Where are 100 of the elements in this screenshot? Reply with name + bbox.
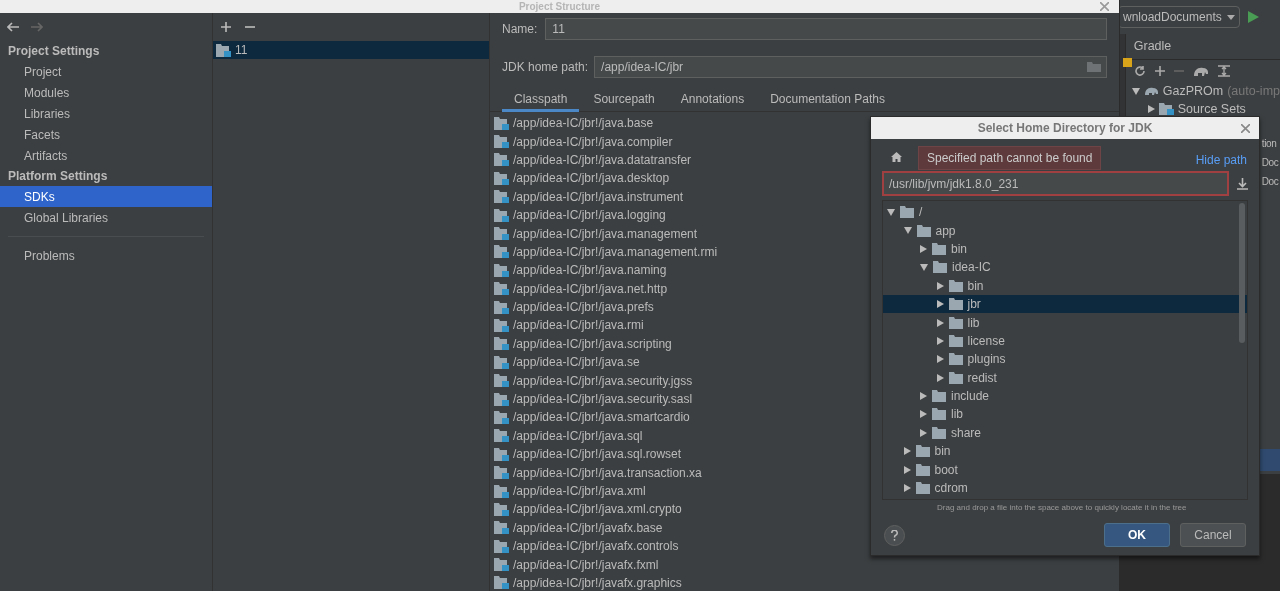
classpath-entry[interactable]: /app/idea-IC/jbr!/java.sql.rowset (513, 445, 682, 464)
path-field[interactable]: /usr/lib/jvm/jdk1.8.0_231 (882, 171, 1229, 196)
tree-item[interactable]: bin (951, 239, 967, 258)
sidebar-item[interactable]: Global Libraries (0, 207, 212, 228)
classpath-entry[interactable]: /app/idea-IC/jbr!/java.scripting (513, 334, 672, 353)
tree-item[interactable]: idea-IC (952, 258, 991, 277)
sdk-item[interactable]: 11 (213, 41, 489, 59)
ok-button[interactable]: OK (1104, 523, 1170, 547)
tree-item[interactable]: GazPROm (1162, 81, 1224, 101)
sidebar-item[interactable]: Modules (0, 82, 212, 103)
collapsed-arrow-icon[interactable] (936, 300, 944, 309)
tree-item[interactable]: app (935, 221, 956, 240)
library-folder-icon (494, 208, 509, 222)
library-folder-icon (494, 429, 509, 443)
classpath-entry[interactable]: /app/idea-IC/jbr!/java.datatransfer (513, 150, 692, 169)
classpath-entry[interactable]: /app/idea-IC/jbr!/java.xml (513, 482, 646, 500)
tree-item[interactable]: Source Sets (1177, 99, 1246, 119)
classpath-entry[interactable]: /app/idea-IC/jbr!/java.base (513, 114, 654, 133)
home-icon[interactable] (891, 152, 902, 162)
tab[interactable]: Annotations (668, 88, 757, 112)
classpath-entry[interactable]: /app/idea-IC/jbr!/java.se (513, 353, 640, 372)
expanded-arrow-icon[interactable] (903, 227, 912, 235)
collapsed-arrow-icon[interactable] (903, 465, 911, 474)
classpath-entry[interactable]: /app/idea-IC/jbr!/javafx.controls (513, 537, 679, 556)
close-icon[interactable] (1241, 124, 1250, 133)
classpath-entry[interactable]: /app/idea-IC/jbr!/java.xml.crypto (513, 500, 682, 519)
collapsed-arrow-icon[interactable] (936, 355, 944, 364)
tab[interactable]: Sourcepath (581, 88, 667, 112)
expanded-arrow-icon[interactable] (1131, 87, 1140, 95)
collapsed-arrow-icon[interactable] (920, 392, 927, 401)
tree-item[interactable]: boot (934, 460, 958, 479)
sidebar-item[interactable]: Facets (0, 124, 212, 145)
tree-item[interactable]: plugins (967, 350, 1006, 369)
sidebar-item[interactable]: Libraries (0, 103, 212, 124)
collapsed-arrow-icon[interactable] (1147, 105, 1155, 113)
scrollbar[interactable] (1239, 203, 1245, 343)
tab[interactable]: Documentation Paths (758, 88, 897, 112)
classpath-entry[interactable]: /app/idea-IC/jbr!/java.compiler (513, 132, 673, 151)
question-icon (891, 529, 898, 541)
back-arrow-icon[interactable] (7, 22, 19, 32)
library-folder-icon (494, 539, 509, 553)
tree-item-note: (auto-imp (1227, 82, 1280, 100)
classpath-entry[interactable]: /app/idea-IC/jbr!/java.smartcardio (513, 408, 690, 427)
classpath-entry[interactable]: /app/idea-IC/jbr!/java.naming (513, 261, 667, 280)
collapsed-arrow-icon[interactable] (936, 281, 944, 290)
download-icon[interactable] (1237, 177, 1248, 190)
collapsed-arrow-icon[interactable] (936, 318, 944, 327)
tree-item[interactable]: bin (934, 442, 951, 461)
sidebar-item[interactable]: Problems (0, 245, 212, 266)
classpath-entry[interactable]: /app/idea-IC/jbr!/javafx.base (513, 518, 663, 537)
tree-item[interactable]: lib (951, 405, 963, 424)
name-field[interactable]: 11 (545, 18, 1107, 40)
classpath-entry[interactable]: /app/idea-IC/jbr!/java.desktop (513, 169, 670, 188)
jdk-home-path-field[interactable]: /app/idea-IC/jbr (594, 56, 1107, 78)
tree-item[interactable]: bin (967, 276, 984, 295)
help-button[interactable] (884, 524, 905, 546)
expanded-arrow-icon[interactable] (920, 263, 928, 271)
add-icon[interactable] (221, 22, 231, 32)
refresh-icon[interactable] (1133, 65, 1146, 77)
expand-all-icon[interactable] (1217, 65, 1230, 77)
classpath-entry[interactable]: /app/idea-IC/jbr!/java.rmi (513, 316, 644, 335)
collapsed-arrow-icon[interactable] (920, 410, 927, 419)
classpath-entry[interactable]: /app/idea-IC/jbr!/java.security.jgss (513, 371, 693, 390)
tree-item[interactable]: share (951, 423, 982, 442)
tree-item[interactable]: lib (967, 313, 980, 332)
tab[interactable]: Classpath (502, 88, 580, 112)
classpath-entry[interactable]: /app/idea-IC/jbr!/java.prefs (513, 298, 654, 317)
tree-item[interactable]: jbr (967, 295, 981, 314)
collapsed-arrow-icon[interactable] (903, 484, 911, 493)
tree-item[interactable]: cdrom (934, 479, 968, 498)
folder-icon (948, 371, 963, 384)
source-folder-icon (1158, 103, 1174, 115)
elephant-icon[interactable] (1192, 65, 1209, 77)
collapsed-arrow-icon[interactable] (920, 244, 927, 253)
tree-item[interactable]: license (967, 331, 1005, 350)
collapsed-arrow-icon[interactable] (936, 336, 944, 345)
sidebar-item[interactable]: SDKs (0, 186, 212, 207)
cancel-button[interactable]: Cancel (1180, 523, 1246, 547)
collapsed-arrow-icon[interactable] (936, 373, 944, 382)
collapsed-arrow-icon[interactable] (920, 428, 927, 437)
add-icon[interactable] (1154, 66, 1165, 76)
run-icon[interactable] (1248, 11, 1259, 23)
classpath-entry[interactable]: /app/idea-IC/jbr!/java.logging (513, 206, 666, 225)
classpath-entry[interactable]: /app/idea-IC/jbr!/java.instrument (513, 187, 684, 206)
classpath-entry[interactable]: /app/idea-IC/jbr!/javafx.graphics (513, 573, 682, 591)
collapsed-arrow-icon[interactable] (903, 447, 911, 456)
classpath-entry[interactable]: /app/idea-IC/jbr!/java.security.sasl (513, 390, 693, 409)
classpath-entry[interactable]: /app/idea-IC/jbr!/java.sql (513, 426, 643, 445)
expanded-arrow-icon[interactable] (887, 208, 895, 216)
sidebar-item[interactable]: Artifacts (0, 145, 212, 166)
classpath-entry[interactable]: /app/idea-IC/jbr!/java.net.http (513, 279, 668, 298)
classpath-entry[interactable]: /app/idea-IC/jbr!/java.management (513, 224, 698, 243)
hide-path-link[interactable]: Hide path (1195, 151, 1247, 169)
classpath-entry[interactable]: /app/idea-IC/jbr!/java.management.rmi (513, 242, 718, 261)
tree-item[interactable]: include (951, 387, 990, 406)
section-heading: Project Settings (7, 43, 101, 60)
tree-item[interactable]: redist (967, 368, 997, 387)
sidebar-item[interactable]: Project (0, 61, 212, 82)
classpath-entry[interactable]: /app/idea-IC/jbr!/javafx.fxml (513, 555, 659, 574)
classpath-entry[interactable]: /app/idea-IC/jbr!/java.transaction.xa (513, 463, 702, 482)
